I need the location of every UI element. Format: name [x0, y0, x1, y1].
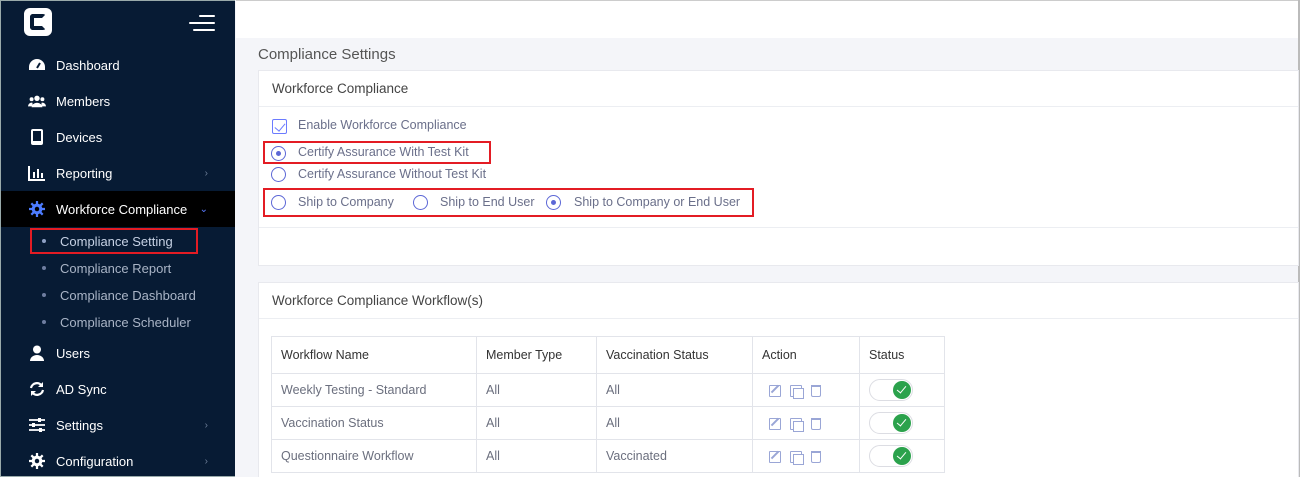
status-toggle[interactable] — [869, 379, 913, 401]
card-header: Workforce Compliance Workflow(s) — [259, 283, 1298, 319]
check-icon — [893, 414, 911, 432]
vaccination-cell: All — [596, 373, 753, 407]
app-logo[interactable] — [24, 8, 52, 36]
sidebar-item-configuration[interactable]: Configuration › — [1, 443, 235, 477]
vaccination-cell: Vaccinated — [596, 439, 753, 473]
members-icon — [28, 95, 46, 108]
column-header: Action — [752, 336, 860, 374]
sidebar-item-label: AD Sync — [56, 381, 107, 397]
bullet-icon — [42, 320, 46, 324]
sidebar-item-label: Workforce Compliance — [56, 201, 188, 217]
sidebar-item-users[interactable]: Users — [1, 335, 235, 371]
user-icon — [30, 345, 44, 361]
card-title: Workforce Compliance — [272, 81, 409, 96]
sidebar-item-label: Settings — [56, 417, 103, 433]
check-icon — [893, 381, 911, 399]
column-header[interactable]: Member Type — [476, 336, 597, 374]
certify-without-kit-label[interactable]: Certify Assurance Without Test Kit — [298, 167, 486, 181]
sliders-icon — [29, 418, 45, 432]
sidebar-item-reporting[interactable]: Reporting › — [1, 155, 235, 191]
workflow-name-cell: Vaccination Status — [271, 406, 477, 440]
action-cell — [752, 373, 860, 407]
card-title: Workforce Compliance Workflow(s) — [272, 293, 484, 308]
dashboard-icon — [29, 59, 45, 70]
sidebar-item-label: Devices — [56, 129, 103, 145]
trash-icon[interactable] — [811, 384, 821, 397]
enable-compliance-checkbox[interactable] — [272, 119, 287, 134]
chevron-right-icon: › — [204, 419, 208, 431]
highlight-box — [263, 188, 754, 217]
member-type-cell: All — [476, 373, 597, 407]
sidebar-item-ad-sync[interactable]: AD Sync — [1, 371, 235, 407]
sidebar-subitem-label: Compliance Report — [60, 261, 172, 276]
sidebar-item-label: Configuration — [56, 453, 134, 469]
column-header[interactable]: Workflow Name — [271, 336, 477, 374]
trash-icon[interactable] — [811, 450, 821, 463]
page-title: Compliance Settings — [258, 46, 396, 63]
column-header: Status — [859, 336, 945, 374]
copy-icon[interactable] — [790, 450, 804, 465]
sidebar-item-label: Users — [56, 345, 90, 361]
status-toggle[interactable] — [869, 445, 913, 467]
chevron-right-icon: › — [204, 455, 208, 467]
status-cell — [859, 373, 945, 407]
sidebar-item-label: Reporting — [56, 165, 113, 181]
copy-icon[interactable] — [790, 417, 804, 432]
sidebar-subitem-label: Compliance Dashboard — [60, 288, 196, 303]
sync-icon — [29, 382, 45, 396]
workflow-name-cell: Weekly Testing - Standard — [271, 373, 477, 407]
sidebar-subitem-compliance-report[interactable]: Compliance Report — [1, 255, 235, 281]
enable-compliance-label[interactable]: Enable Workforce Compliance — [298, 118, 467, 132]
reporting-icon — [28, 166, 45, 181]
gear-icon — [29, 201, 45, 217]
edit-icon[interactable] — [769, 417, 781, 430]
trash-icon[interactable] — [811, 417, 821, 430]
highlight-box — [30, 228, 198, 254]
sidebar-subitem-label: Compliance Scheduler — [60, 315, 191, 330]
highlight-box — [263, 141, 491, 164]
copy-icon[interactable] — [790, 384, 804, 399]
sidebar-item-workforce-compliance[interactable]: Workforce Compliance ⌄ — [1, 191, 235, 227]
devices-icon — [31, 129, 43, 145]
sidebar: Dashboard Members Devices Reporting › Wo… — [0, 0, 235, 477]
divider — [259, 227, 1298, 228]
menu-toggle-icon[interactable] — [189, 13, 215, 33]
status-toggle[interactable] — [869, 412, 913, 434]
status-cell — [859, 439, 945, 473]
workflow-name-cell: Questionnaire Workflow — [271, 439, 477, 473]
table-row: Weekly Testing - Standard All All — [271, 373, 945, 407]
certify-without-kit-radio[interactable] — [271, 167, 286, 182]
sidebar-item-members[interactable]: Members — [1, 83, 235, 119]
gear-icon — [29, 453, 45, 469]
vaccination-cell: All — [596, 406, 753, 440]
sidebar-item-settings[interactable]: Settings › — [1, 407, 235, 443]
chevron-right-icon: › — [204, 167, 208, 179]
top-bar — [236, 0, 1299, 38]
sidebar-item-dashboard[interactable]: Dashboard — [1, 47, 235, 83]
sidebar-item-label: Dashboard — [56, 57, 120, 73]
sidebar-item-devices[interactable]: Devices — [1, 119, 235, 155]
action-cell — [752, 439, 860, 473]
card-header: Workforce Compliance — [259, 71, 1298, 107]
column-header[interactable]: Vaccination Status — [596, 336, 753, 374]
bullet-icon — [42, 266, 46, 270]
sidebar-subitem-compliance-dashboard[interactable]: Compliance Dashboard — [1, 282, 235, 308]
edit-icon[interactable] — [769, 384, 781, 397]
edit-icon[interactable] — [769, 450, 781, 463]
check-icon — [893, 447, 911, 465]
status-cell — [859, 406, 945, 440]
sidebar-subitem-compliance-scheduler[interactable]: Compliance Scheduler — [1, 309, 235, 335]
table-row: Vaccination Status All All — [271, 406, 945, 440]
chevron-down-icon: ⌄ — [199, 203, 208, 215]
table-header-row: Workflow Name Member Type Vaccination St… — [271, 336, 945, 374]
bullet-icon — [42, 293, 46, 297]
table-row: Questionnaire Workflow All Vaccinated — [271, 439, 945, 473]
workflow-table: Workflow Name Member Type Vaccination St… — [271, 336, 945, 473]
member-type-cell: All — [476, 439, 597, 473]
action-cell — [752, 406, 860, 440]
sidebar-item-label: Members — [56, 93, 111, 109]
member-type-cell: All — [476, 406, 597, 440]
